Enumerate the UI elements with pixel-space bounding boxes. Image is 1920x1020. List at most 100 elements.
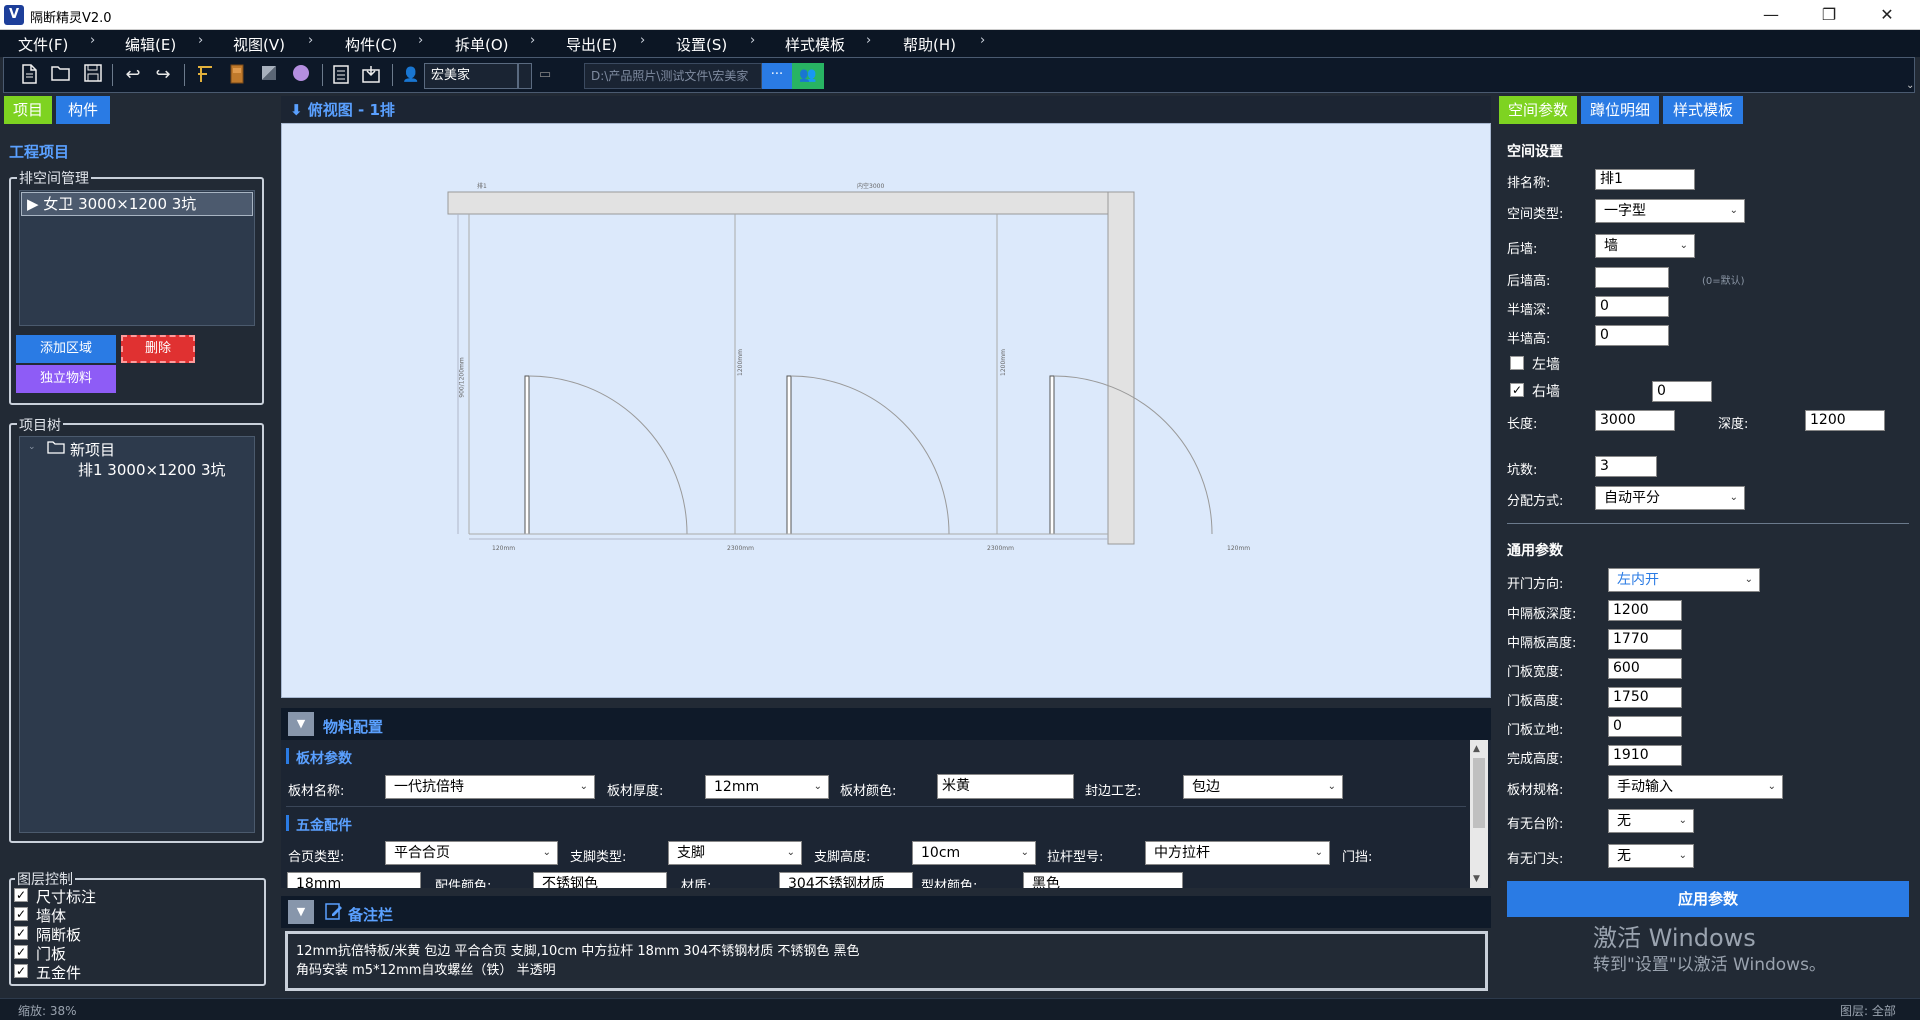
- menu-settings[interactable]: 设置(S): [676, 34, 727, 55]
- users-button[interactable]: 👥: [792, 63, 824, 89]
- door-direction-select[interactable]: 左内开 ⌄: [1608, 568, 1760, 592]
- checkbox-door[interactable]: ✓: [14, 945, 28, 959]
- clipboard-icon[interactable]: [330, 64, 352, 86]
- apply-params-button[interactable]: 应用参数: [1507, 881, 1909, 917]
- left-wall-checkbox[interactable]: [1510, 356, 1524, 370]
- material-title: 物料配置: [323, 718, 384, 736]
- material-scrollbar[interactable]: ▲ ▼: [1470, 740, 1488, 888]
- profile-color-select[interactable]: 黑色: [1023, 872, 1183, 888]
- tab-space-params[interactable]: 空间参数: [1499, 96, 1577, 124]
- board-name-select[interactable]: 一代抗倍特 ⌄: [385, 775, 595, 799]
- board-spec-select[interactable]: 手动输入 ⌄: [1608, 775, 1783, 799]
- title-bar: V 隔断精灵V2.0 — ❐ ✕: [0, 0, 1920, 30]
- chevron-down-icon: ⌄: [1767, 781, 1776, 792]
- right-wall-input[interactable]: 0: [1652, 381, 1712, 402]
- notes-collapse-icon[interactable]: ▼: [288, 900, 314, 924]
- mid-height-input[interactable]: 1770: [1608, 629, 1682, 650]
- door-width-input[interactable]: 600: [1608, 658, 1682, 679]
- customer-dropdown-button[interactable]: [518, 63, 532, 89]
- material-select[interactable]: 304不锈钢材质: [779, 872, 913, 888]
- menu-view[interactable]: 视图(V): [233, 34, 285, 55]
- stop-select[interactable]: 18mm: [287, 872, 421, 888]
- scroll-up-icon[interactable]: ▲: [1473, 744, 1480, 754]
- rod-select[interactable]: 中方拉杆 ⌄: [1145, 841, 1330, 865]
- tree-expand-icon[interactable]: ⌄: [28, 442, 36, 452]
- checkbox-partition[interactable]: ✓: [14, 926, 28, 940]
- circle-icon[interactable]: [290, 64, 312, 86]
- menu-split[interactable]: 拆单(O): [455, 34, 509, 55]
- half-wall-height-input[interactable]: 0: [1595, 325, 1669, 346]
- board-color-input[interactable]: 米黄: [937, 774, 1074, 799]
- door-height-input[interactable]: 1750: [1608, 687, 1682, 708]
- length-input[interactable]: 3000: [1595, 410, 1675, 431]
- notes-box[interactable]: 12mm抗倍特板/米黄 包边 平合合页 支脚,10cm 中方拉杆 18mm 30…: [285, 931, 1488, 991]
- checkbox-dimension[interactable]: ✓: [14, 888, 28, 902]
- pit-count-input[interactable]: 3: [1595, 456, 1657, 477]
- foot-height-select[interactable]: 10cm ⌄: [912, 841, 1036, 865]
- tab-style-template[interactable]: 样式模板: [1663, 96, 1743, 124]
- hinge-select[interactable]: 平合合页 ⌄: [385, 841, 558, 865]
- space-type-select[interactable]: 一字型 ⌄: [1595, 199, 1745, 223]
- new-file-icon[interactable]: [18, 64, 40, 86]
- browse-button[interactable]: ···: [762, 63, 792, 89]
- delete-button[interactable]: 删除: [121, 335, 195, 363]
- right-wall-checkbox[interactable]: ✓: [1510, 383, 1524, 397]
- depth-input[interactable]: 1200: [1805, 410, 1885, 431]
- scroll-down-icon[interactable]: ▼: [1473, 874, 1480, 884]
- distribution-value: 自动平分: [1604, 490, 1660, 506]
- menu-export[interactable]: 导出(E): [566, 34, 617, 55]
- add-region-button[interactable]: 添加区域: [16, 335, 116, 363]
- menu-style-template[interactable]: 样式模板: [785, 34, 845, 55]
- menu-edit[interactable]: 编辑(E): [125, 34, 176, 55]
- minimize-button[interactable]: —: [1748, 0, 1794, 30]
- independent-material-button[interactable]: 独立物料: [16, 365, 116, 393]
- door-head-select[interactable]: 无 ⌄: [1608, 844, 1694, 868]
- close-button[interactable]: ✕: [1864, 0, 1910, 30]
- back-wall-select[interactable]: 墙 ⌄: [1595, 234, 1695, 258]
- toolbar-overflow-icon[interactable]: ⌄: [1906, 80, 1918, 92]
- menu-file[interactable]: 文件(F): [18, 34, 68, 55]
- step-select[interactable]: 无 ⌄: [1608, 809, 1694, 833]
- panel-icon[interactable]: [258, 64, 280, 86]
- material-collapse-icon[interactable]: ▼: [288, 712, 314, 736]
- activation-watermark-text: 转到"设置"以激活 Windows。: [1593, 955, 1826, 975]
- checkbox-hardware[interactable]: ✓: [14, 964, 28, 978]
- tab-component[interactable]: 构件: [56, 96, 110, 124]
- tree-item-row1[interactable]: 排1 3000×1200 3坑: [78, 459, 226, 480]
- finish-height-input[interactable]: 1910: [1608, 745, 1682, 766]
- mid-depth-input[interactable]: 1200: [1608, 600, 1682, 621]
- dimension-icon[interactable]: [194, 64, 216, 86]
- door-icon[interactable]: [226, 64, 248, 86]
- space-list-item[interactable]: ▶ 女卫 3000×1200 3坑: [21, 192, 253, 216]
- checkbox-wall[interactable]: ✓: [14, 907, 28, 921]
- tree-root[interactable]: 新项目: [70, 439, 115, 460]
- fitting-color-select[interactable]: 不锈钢色: [533, 872, 667, 888]
- chevron-down-icon: ⌄: [1678, 850, 1687, 861]
- door-floor-input[interactable]: 0: [1608, 716, 1682, 737]
- edge-select[interactable]: 包边 ⌄: [1183, 775, 1343, 799]
- menu-help[interactable]: 帮助(H): [903, 34, 956, 55]
- scroll-thumb[interactable]: [1473, 758, 1485, 828]
- window-title: 隔断精灵V2.0: [30, 11, 112, 26]
- plan-canvas[interactable]: 排1 内空3000 120mm 2300mm 2300mm 120mm 900/…: [281, 123, 1491, 698]
- export-icon[interactable]: [360, 64, 382, 86]
- tab-project[interactable]: 项目: [4, 96, 52, 124]
- distribution-select[interactable]: 自动平分 ⌄: [1595, 486, 1745, 510]
- dim-label: 1200mm: [999, 349, 1007, 376]
- tab-stall-details[interactable]: 蹲位明细: [1581, 96, 1659, 124]
- undo-icon[interactable]: ↩: [122, 64, 144, 86]
- row-name-input[interactable]: 排1: [1595, 169, 1695, 190]
- foot-type-select[interactable]: 支脚 ⌄: [668, 841, 802, 865]
- back-wall-height-input[interactable]: [1595, 267, 1669, 288]
- menu-bar: 文件(F) › 编辑(E) › 视图(V) › 构件(C) › 拆单(O) › …: [0, 30, 1920, 57]
- half-wall-depth-input[interactable]: 0: [1595, 296, 1669, 317]
- save-icon[interactable]: [82, 64, 104, 86]
- customer-field[interactable]: 宏美家: [424, 63, 518, 89]
- path-field[interactable]: D:\产品照片\测试文件\宏美家: [584, 63, 762, 89]
- maximize-button[interactable]: ❐: [1806, 0, 1852, 30]
- menu-component[interactable]: 构件(C): [345, 34, 397, 55]
- redo-icon[interactable]: ↪: [152, 64, 174, 86]
- board-thickness-select[interactable]: 12mm ⌄: [705, 775, 829, 799]
- right-wall-label: 右墙: [1532, 384, 1560, 400]
- open-folder-icon[interactable]: [50, 64, 72, 86]
